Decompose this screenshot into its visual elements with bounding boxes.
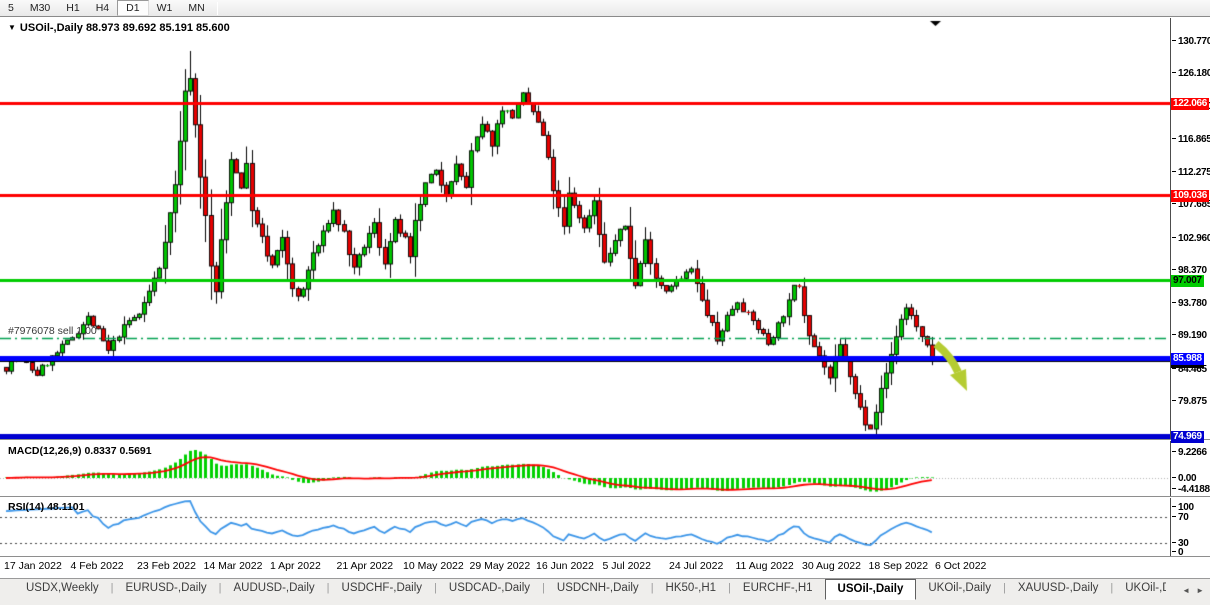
terminal-window: 5M30H1H4D1W1MN ▼ USOil-,Daily 88.973 89.6… — [0, 0, 1210, 605]
tab-eurusd-daily[interactable]: EURUSD-,Daily — [114, 579, 219, 598]
tab-eurchf-h1[interactable]: EURCHF-,H1 — [731, 579, 825, 598]
price-level-label: 74.969 — [1171, 431, 1204, 443]
tab-usoil-daily[interactable]: USOil-,Daily — [825, 579, 917, 600]
date-tick-label: 4 Feb 2022 — [71, 560, 124, 572]
tab-scroll-controls: ◄ ► — [1166, 579, 1210, 601]
collapse-triangle-icon[interactable]: ▼ — [8, 23, 16, 32]
date-tick-label: 30 Aug 2022 — [802, 560, 861, 572]
tab-audusd-daily[interactable]: AUDUSD-,Daily — [222, 579, 327, 598]
price-tick: 102.960 — [1172, 233, 1210, 244]
date-tick-label: 29 May 2022 — [470, 560, 531, 572]
chart-symbol-title: ▼ USOil-,Daily 88.973 89.692 85.191 85.60… — [8, 22, 230, 34]
price-level-label: 97.007 — [1171, 275, 1204, 287]
price-tick: 93.780 — [1172, 298, 1207, 309]
tab-scroll-left-icon[interactable]: ◄ — [1182, 586, 1190, 595]
price-level-label: 122.066 — [1171, 98, 1209, 110]
timeframe-button-d1[interactable]: D1 — [117, 0, 148, 16]
timeframe-button-m30[interactable]: M30 — [22, 1, 58, 16]
timeframe-button-5[interactable]: 5 — [0, 1, 22, 16]
rsi-label: RSI(14) 48.1101 — [8, 501, 84, 513]
toolbar-separator — [217, 2, 218, 15]
price-tick: 116.865 — [1172, 134, 1210, 145]
price-tick: 126.180 — [1172, 68, 1210, 79]
date-tick-label: 17 Jan 2022 — [4, 560, 62, 572]
rsi-axis-value: 0 — [1172, 547, 1183, 558]
macd-panel-canvas[interactable] — [0, 443, 1170, 496]
date-tick-label: 16 Jun 2022 — [536, 560, 594, 572]
macd-axis-value: -4.4188 — [1172, 484, 1210, 495]
date-tick-label: 11 Aug 2022 — [736, 560, 794, 572]
macd-axis-value: 0.00 — [1172, 473, 1196, 484]
timeframe-toolbar: 5M30H1H4D1W1MN — [0, 0, 1210, 17]
date-tick-label: 23 Feb 2022 — [137, 560, 196, 572]
date-tick-label: 1 Apr 2022 — [270, 560, 321, 572]
timeframe-button-h1[interactable]: H1 — [58, 1, 87, 16]
price-level-label: 85.988 — [1171, 353, 1204, 365]
price-tick: 112.275 — [1172, 167, 1210, 178]
panel-separator[interactable] — [0, 439, 1210, 441]
date-tick-label: 21 Apr 2022 — [337, 560, 394, 572]
date-tick-label: 24 Jul 2022 — [669, 560, 723, 572]
rsi-axis-value: 70 — [1172, 512, 1189, 523]
date-tick-label: 5 Jul 2022 — [603, 560, 651, 572]
price-tick: 79.875 — [1172, 396, 1207, 407]
tab-hk50-h1[interactable]: HK50-,H1 — [654, 579, 729, 598]
time-axis: 17 Jan 2022 4 Feb 2022 23 Feb 2022 14 Mar 2… — [0, 558, 1170, 576]
price-axis: 130.770126.180121.590116.865112.275107.6… — [1170, 17, 1210, 577]
timeframe-button-h4[interactable]: H4 — [88, 1, 117, 16]
ohlc-readout: USOil-,Daily 88.973 89.692 85.191 85.600 — [20, 22, 230, 34]
sell-position-label: #7976078 sell 1.00 — [8, 325, 97, 337]
tab-scroll-right-icon[interactable]: ► — [1196, 586, 1204, 595]
price-tick: 130.770 — [1172, 36, 1210, 47]
price-tick: 89.190 — [1172, 330, 1207, 341]
tab-usdx-weekly[interactable]: USDX,Weekly — [14, 579, 111, 598]
timeframe-button-w1[interactable]: W1 — [149, 1, 181, 16]
date-tick-label: 6 Oct 2022 — [935, 560, 986, 572]
tab-usdchf-daily[interactable]: USDCHF-,Daily — [330, 579, 435, 598]
panel-separator[interactable] — [0, 496, 1210, 498]
date-tick-label: 18 Sep 2022 — [869, 560, 929, 572]
macd-label: MACD(12,26,9) 0.8337 0.5691 — [8, 445, 152, 457]
tab-usdcad-daily[interactable]: USDCAD-,Daily — [437, 579, 542, 598]
macd-axis-value: 9.2266 — [1172, 447, 1207, 458]
date-tick-label: 14 Mar 2022 — [204, 560, 263, 572]
date-tick-label: 10 May 2022 — [403, 560, 464, 572]
tab-usdcnh-daily[interactable]: USDCNH-,Daily — [545, 579, 651, 598]
timeframe-button-mn[interactable]: MN — [180, 1, 212, 16]
symbol-tabbar: USDX,Weekly|EURUSD-,Daily|AUDUSD-,Daily|… — [0, 578, 1210, 605]
rsi-panel-canvas[interactable] — [0, 500, 1170, 556]
tab-xauusd-daily[interactable]: XAUUSD-,Daily — [1006, 579, 1111, 598]
main-chart-canvas[interactable] — [0, 20, 1170, 441]
price-level-label: 109.036 — [1171, 190, 1209, 202]
tab-ukoil-daily[interactable]: UKOil-,Daily — [916, 579, 1003, 598]
chart-window[interactable]: ▼ USOil-,Daily 88.973 89.692 85.191 85.60… — [0, 17, 1210, 577]
